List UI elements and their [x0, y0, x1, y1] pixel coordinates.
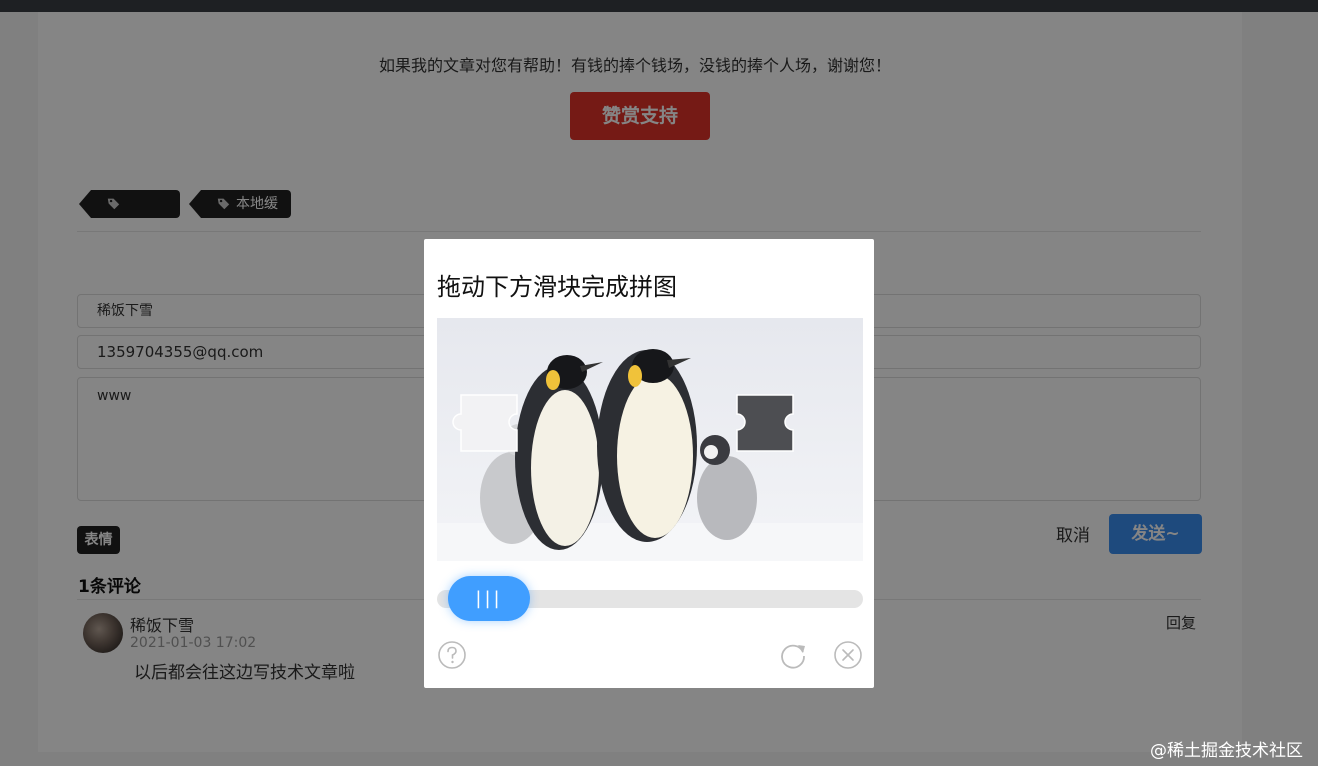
close-circle-icon[interactable] — [833, 640, 863, 670]
puzzle-piece — [452, 394, 518, 452]
penguin-photo — [437, 318, 863, 561]
slider-captcha-dialog: 拖动下方滑块完成拼图 ||| — [424, 239, 874, 688]
slider-handle[interactable]: ||| — [448, 576, 530, 621]
puzzle-slot — [736, 394, 794, 452]
question-circle-icon[interactable] — [437, 640, 467, 670]
refresh-icon[interactable] — [778, 640, 808, 670]
captcha-puzzle-image — [437, 318, 863, 561]
watermark: @稀土掘金技术社区 — [1150, 741, 1303, 761]
captcha-title: 拖动下方滑块完成拼图 — [437, 273, 677, 301]
